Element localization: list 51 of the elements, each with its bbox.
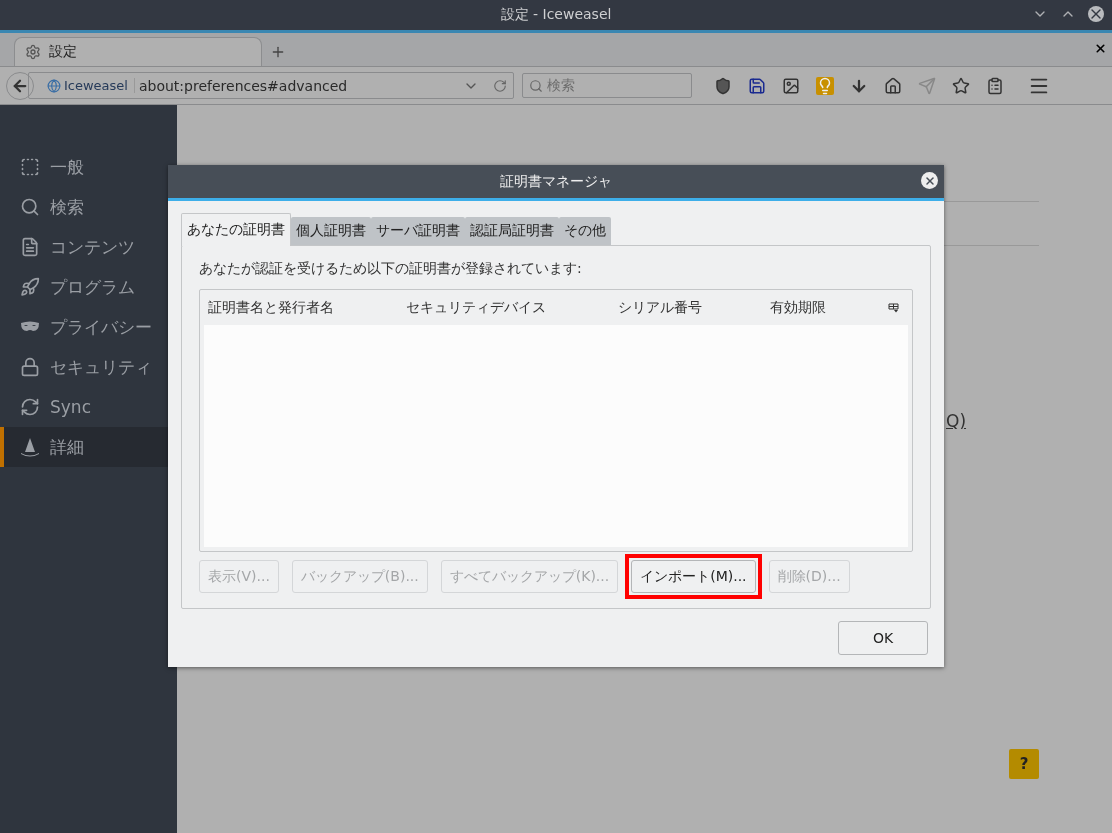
column-header[interactable]: セキュリティデバイス bbox=[406, 298, 618, 317]
gear-icon bbox=[25, 44, 41, 60]
document-icon bbox=[20, 237, 40, 257]
dialog-tab[interactable]: 認証局証明書 bbox=[465, 217, 559, 245]
link-text[interactable]: Q) bbox=[946, 411, 966, 431]
image-icon[interactable] bbox=[782, 76, 800, 95]
floppy-icon[interactable] bbox=[748, 76, 766, 95]
dialog-tab[interactable]: 個人証明書 bbox=[291, 217, 371, 245]
dialog-tab[interactable]: その他 bbox=[559, 217, 611, 245]
globe-icon bbox=[47, 78, 61, 93]
column-picker-icon[interactable] bbox=[888, 302, 899, 313]
column-header[interactable]: 証明書名と発行者名 bbox=[208, 298, 406, 317]
sidebar-item[interactable]: Sync bbox=[0, 387, 177, 427]
site-identity: Iceweasel bbox=[64, 78, 128, 93]
dialog-tab[interactable]: サーバ証明書 bbox=[371, 217, 465, 245]
sidebar-item[interactable]: セキュリティ bbox=[0, 347, 177, 387]
sidebar-item[interactable]: コンテンツ bbox=[0, 227, 177, 267]
sidebar-item[interactable]: プライバシー bbox=[0, 307, 177, 347]
close-icon[interactable] bbox=[1094, 42, 1107, 55]
new-tab-icon[interactable] bbox=[270, 44, 286, 60]
mask-icon bbox=[20, 321, 40, 333]
url-text: about:preferences#advanced bbox=[138, 77, 349, 94]
dialog-tab[interactable]: あなたの証明書 bbox=[181, 213, 291, 246]
close-icon bbox=[923, 174, 936, 187]
clipboard-icon[interactable] bbox=[986, 76, 1004, 95]
star-icon[interactable] bbox=[952, 76, 970, 95]
browser-tab[interactable]: 設定 bbox=[14, 37, 262, 66]
close-icon[interactable] bbox=[1088, 6, 1104, 22]
search-icon bbox=[20, 197, 40, 217]
sync-icon bbox=[20, 397, 40, 417]
search-icon bbox=[529, 78, 543, 93]
sidebar-item[interactable]: 一般 bbox=[0, 147, 177, 187]
sidebar-item[interactable]: プログラム bbox=[0, 267, 177, 307]
dialog-title: 証明書マネージャ bbox=[500, 172, 612, 191]
lock-icon bbox=[20, 357, 40, 377]
url-field[interactable]: Iceweasel about:preferences#advanced bbox=[28, 72, 514, 99]
switch-icon bbox=[20, 157, 40, 177]
rocket-icon bbox=[20, 277, 40, 297]
action-button[interactable]: インポート(M)... bbox=[631, 560, 756, 593]
shield-icon[interactable] bbox=[714, 76, 732, 95]
ok-button[interactable]: OK bbox=[838, 621, 928, 655]
window-title: 設定 - Iceweasel bbox=[500, 6, 612, 24]
column-header[interactable]: 有効期限 bbox=[770, 298, 888, 317]
reload-icon[interactable] bbox=[493, 78, 507, 93]
close-button[interactable] bbox=[921, 172, 938, 189]
home-icon[interactable] bbox=[884, 76, 902, 95]
sidebar-item[interactable]: 検索 bbox=[0, 187, 177, 227]
description-text: あなたが認証を受けるため以下の証明書が登録されています: bbox=[199, 260, 583, 278]
help-button[interactable]: ? bbox=[1009, 749, 1039, 779]
column-header[interactable]: シリアル番号 bbox=[618, 298, 770, 317]
hat-icon bbox=[20, 437, 40, 457]
